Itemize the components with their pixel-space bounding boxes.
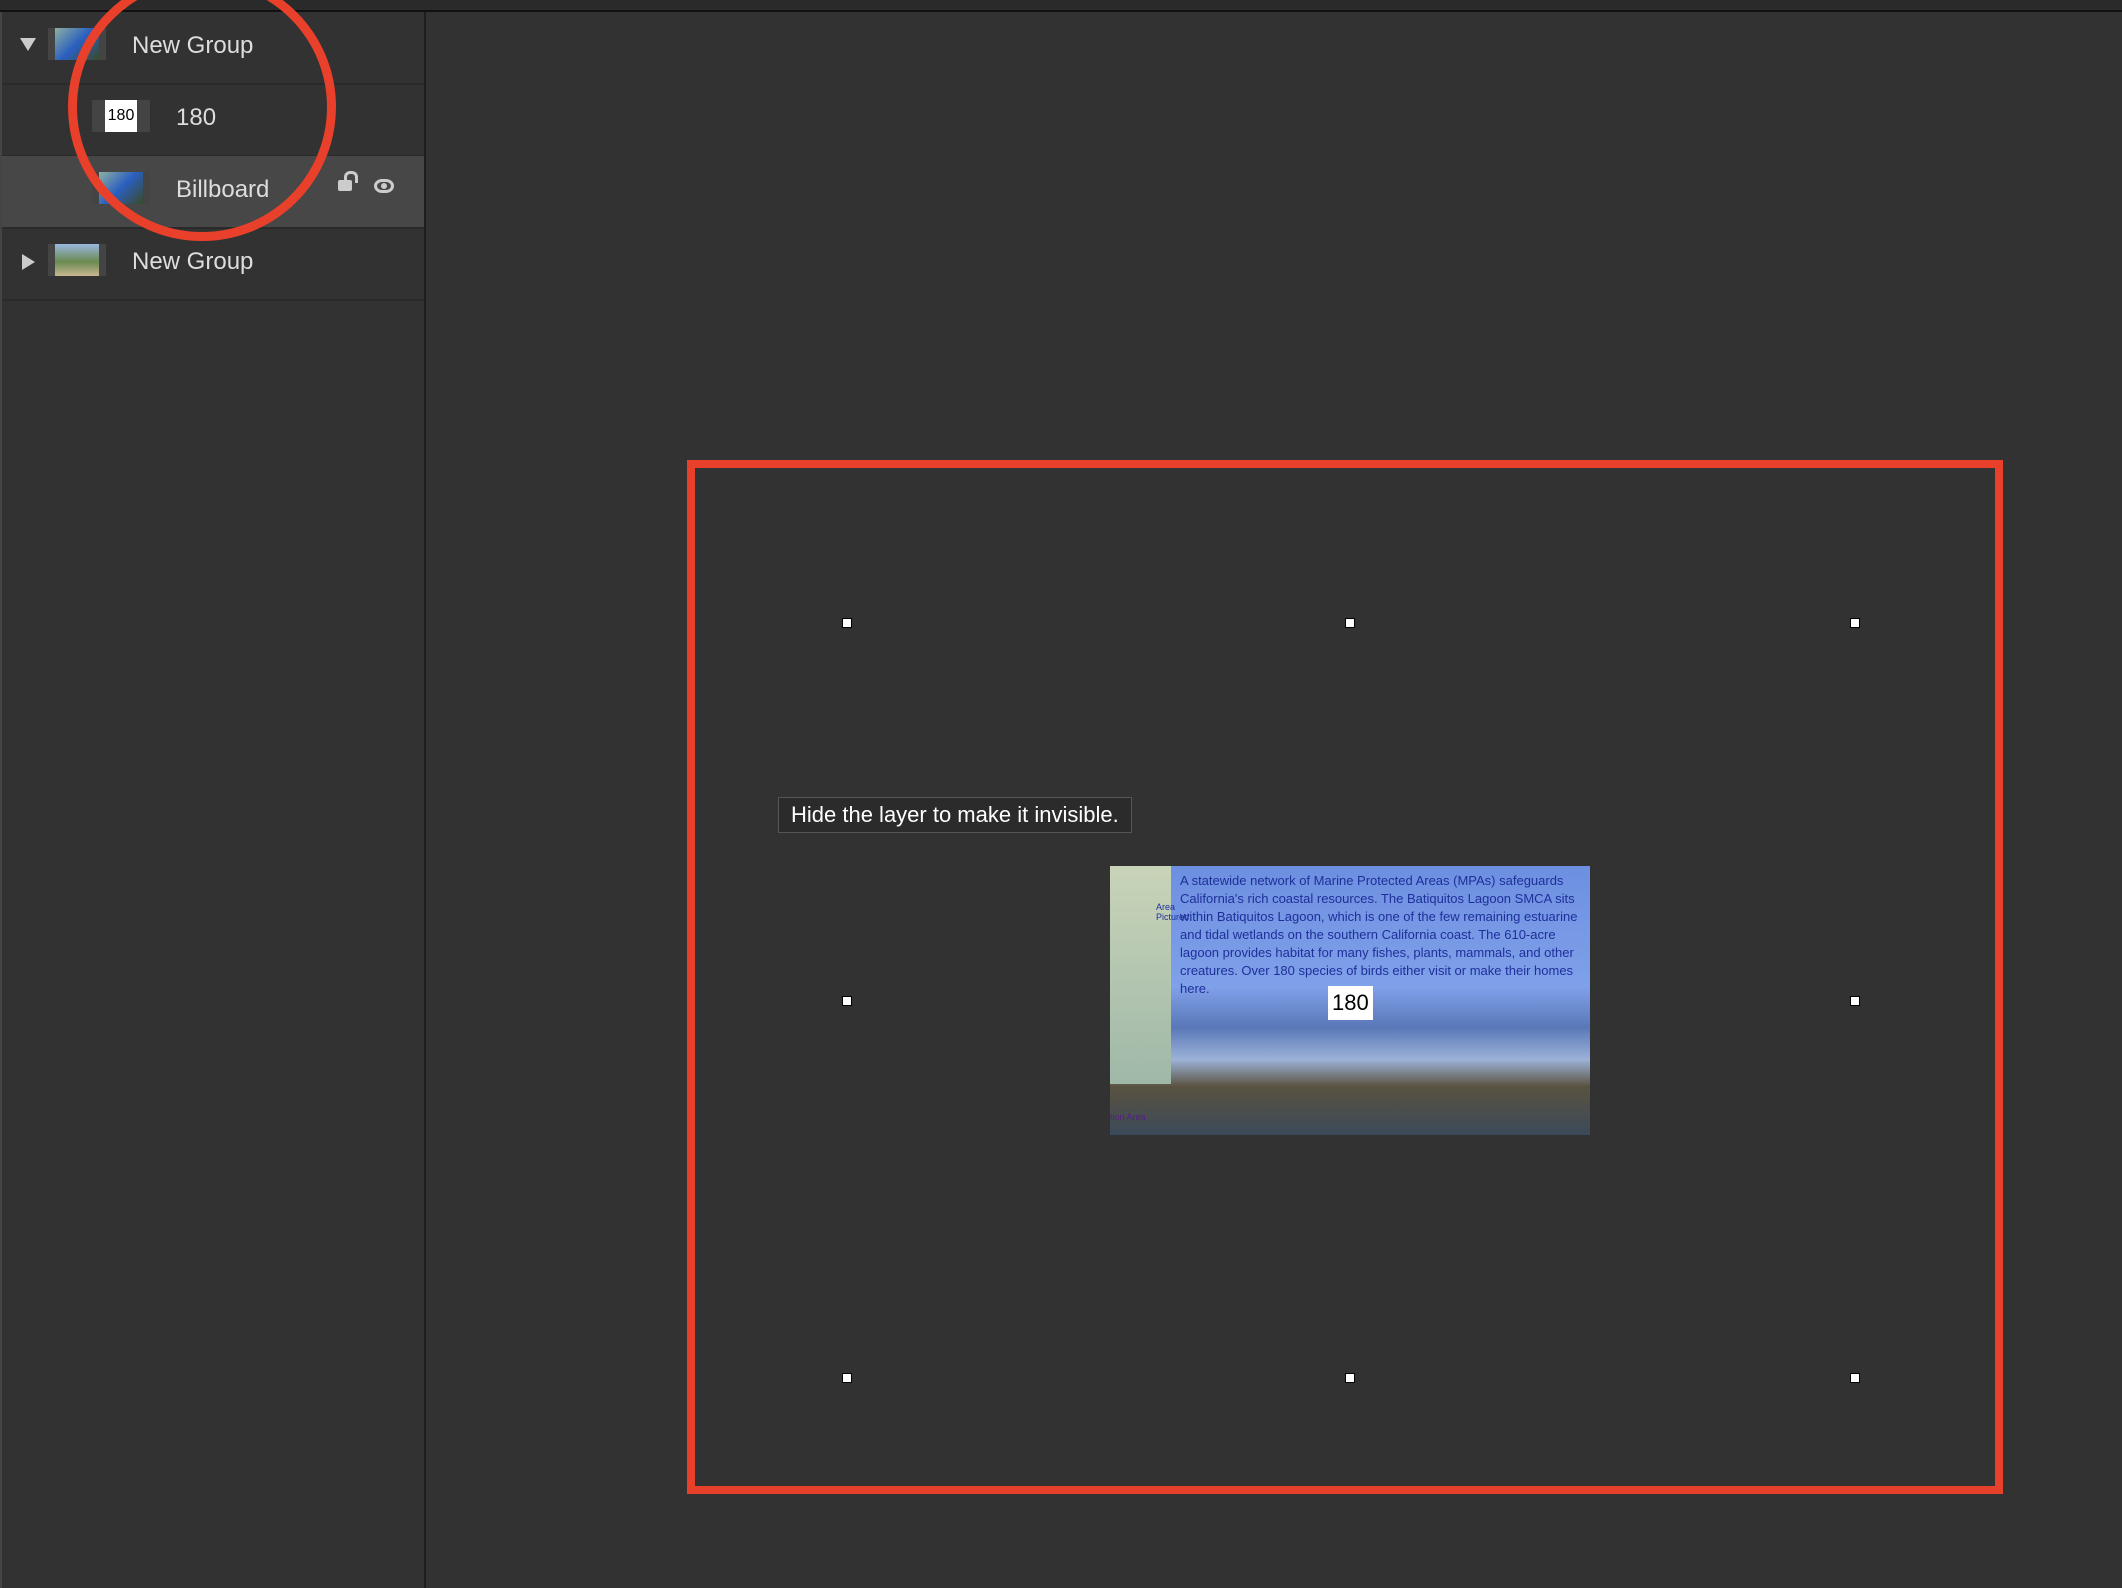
top-bar xyxy=(0,0,2122,12)
eye-icon[interactable] xyxy=(374,179,394,193)
resize-handle[interactable] xyxy=(1850,1373,1860,1383)
layer-thumbnail xyxy=(48,244,106,276)
tooltip: Hide the layer to make it invisible. xyxy=(778,797,1132,833)
billboard-text: A statewide network of Marine Protected … xyxy=(1180,873,1578,996)
layer-name: New Group xyxy=(132,248,254,275)
billboard-image[interactable]: Area Pictured tion Area A statewide netw… xyxy=(1110,866,1590,1135)
resize-handle[interactable] xyxy=(842,618,852,628)
map-footer: tion Area xyxy=(1110,1112,1146,1122)
map-inset: Area Pictured tion Area xyxy=(1110,866,1189,1122)
text-layer-180[interactable]: 180 xyxy=(1328,986,1373,1020)
resize-handle[interactable] xyxy=(1345,618,1355,628)
resize-handle[interactable] xyxy=(842,1373,852,1383)
resize-handle[interactable] xyxy=(1345,1373,1355,1383)
layers-panel: New Group 180 180 Billboard New Group xyxy=(0,12,426,1588)
resize-handle[interactable] xyxy=(842,996,852,1006)
unlock-icon[interactable] xyxy=(338,171,358,191)
disclosure-triangle-expanded-icon[interactable] xyxy=(20,38,36,51)
resize-handle[interactable] xyxy=(1850,996,1860,1006)
resize-handle[interactable] xyxy=(1850,618,1860,628)
disclosure-triangle-collapsed-icon[interactable] xyxy=(22,254,35,270)
